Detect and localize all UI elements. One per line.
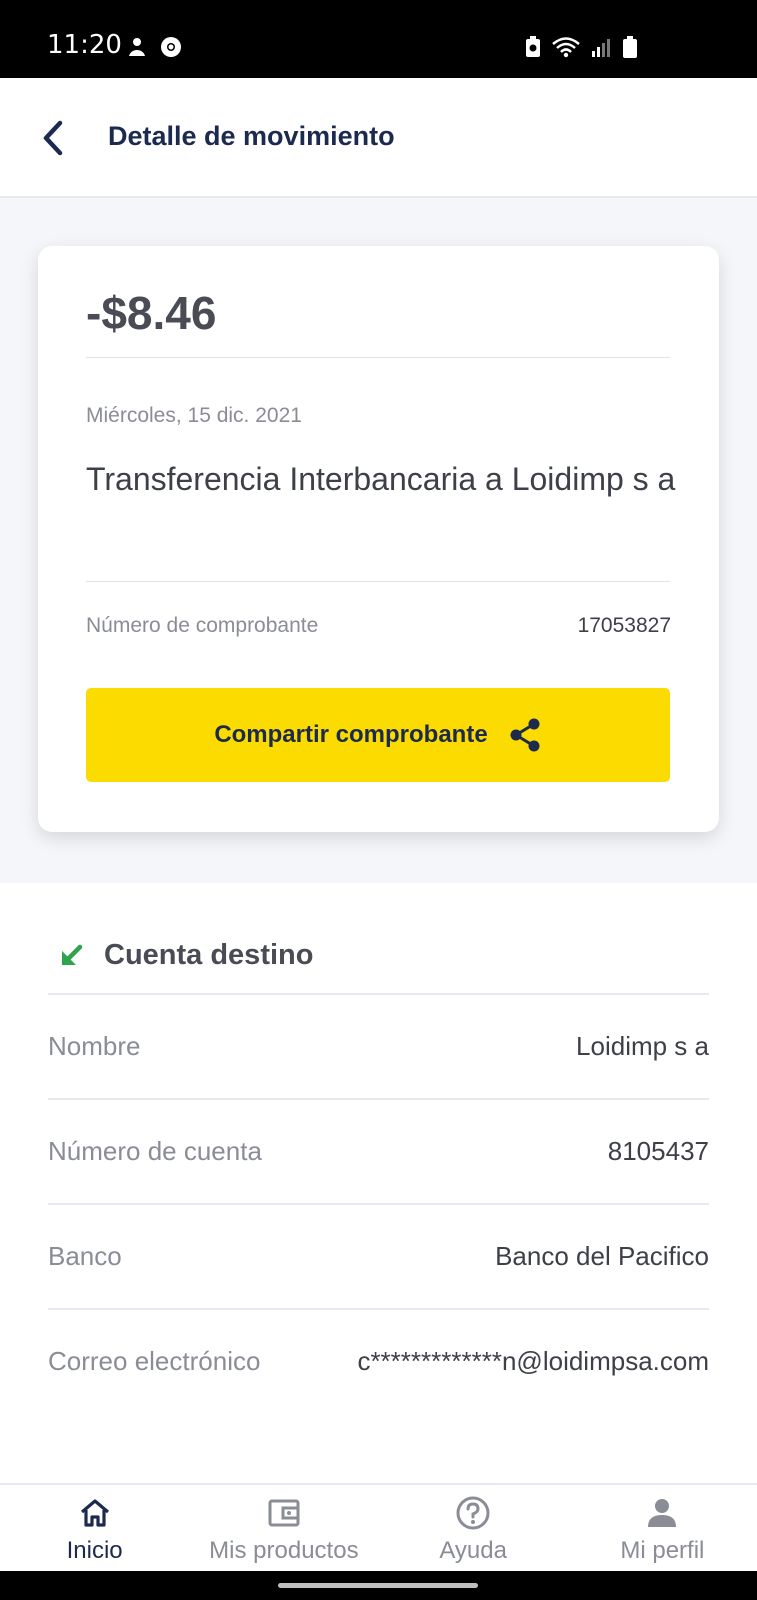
nav-label: Ayuda — [439, 1537, 507, 1564]
status-left-icons — [126, 36, 182, 58]
destination-account-section: Cuenta destino Nombre Loidimp s a Número… — [0, 883, 757, 1483]
detail-value: Loidimp s a — [576, 1031, 709, 1061]
status-right-icons — [525, 36, 637, 58]
share-icon — [510, 718, 540, 752]
detail-label: Nombre — [48, 1031, 141, 1061]
nav-label: Inicio — [66, 1537, 123, 1564]
divider — [86, 357, 670, 358]
status-bar: 11:20 — [0, 0, 757, 78]
transaction-date: Miércoles, 15 dic. 2021 — [86, 404, 302, 427]
detail-value: Banco del Pacifico — [495, 1241, 709, 1271]
transaction-description: Transferencia Interbancaria a Loidimp s … — [86, 461, 676, 497]
section-title: Cuenta destino — [104, 939, 314, 971]
page-title: Detalle de movimiento — [108, 121, 395, 151]
detail-value: c*************n@loidimpsa.com — [357, 1346, 709, 1376]
home-icon — [80, 1499, 109, 1527]
battery-saver-icon — [526, 36, 540, 57]
gesture-handle[interactable] — [278, 1583, 478, 1588]
battery-icon — [623, 36, 637, 58]
back-button[interactable] — [38, 120, 68, 156]
detail-value: 8105437 — [607, 1136, 709, 1166]
share-receipt-button[interactable]: Compartir comprobante — [86, 688, 670, 782]
section-header: Cuenta destino — [58, 939, 313, 972]
detail-row-account-number: Número de cuenta 8105437 — [48, 1098, 709, 1204]
notification-icon — [129, 38, 145, 56]
app-header: Detalle de movimiento — [0, 78, 757, 198]
divider — [86, 581, 670, 582]
chevron-left-icon — [43, 120, 63, 156]
signal-icon — [592, 39, 610, 57]
nav-item-mi-perfil[interactable]: Mi perfil — [568, 1485, 757, 1571]
help-icon — [456, 1496, 490, 1530]
detail-label: Número de cuenta — [48, 1136, 262, 1166]
share-receipt-label: Compartir comprobante — [214, 721, 488, 748]
transaction-summary-card: -$8.46 Miércoles, 15 dic. 2021 Transfere… — [38, 246, 719, 832]
system-gesture-bar — [0, 1571, 757, 1600]
transaction-amount: -$8.46 — [86, 287, 217, 339]
detail-row-name: Nombre Loidimp s a — [48, 993, 709, 1099]
chrome-icon — [161, 37, 181, 57]
nav-item-mis-productos[interactable]: Mis productos — [189, 1485, 378, 1571]
nav-label: Mis productos — [209, 1537, 359, 1564]
receipt-number-label: Número de comprobante — [86, 614, 319, 637]
nav-item-inicio[interactable]: Inicio — [0, 1485, 189, 1571]
receipt-number-value: 17053827 — [577, 614, 671, 637]
profile-icon — [648, 1499, 677, 1527]
detail-label: Banco — [48, 1241, 122, 1271]
wifi-icon — [552, 37, 580, 58]
arrow-down-left-icon — [61, 944, 83, 965]
detail-row-email: Correo electrónico c*************n@loidi… — [48, 1308, 709, 1414]
nav-item-ayuda[interactable]: Ayuda — [379, 1485, 568, 1571]
bottom-navigation: Inicio Mis productos Ayuda Mi perfil — [0, 1483, 757, 1571]
status-time: 11:20 — [47, 30, 122, 60]
detail-label: Correo electrónico — [48, 1346, 261, 1376]
detail-row-bank: Banco Banco del Pacifico — [48, 1203, 709, 1309]
nav-label: Mi perfil — [620, 1537, 705, 1564]
summary-section: -$8.46 Miércoles, 15 dic. 2021 Transfere… — [0, 198, 757, 883]
wallet-icon — [268, 1499, 300, 1527]
